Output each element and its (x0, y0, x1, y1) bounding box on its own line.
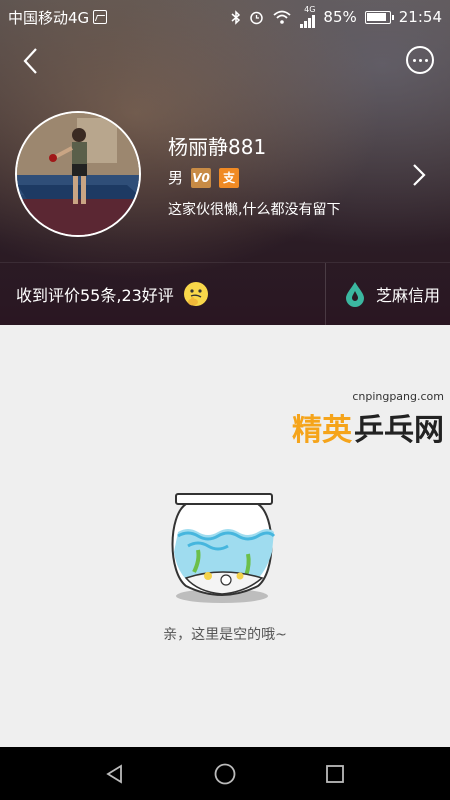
back-button[interactable] (18, 46, 46, 76)
more-options-button[interactable] (406, 46, 434, 74)
sesame-credit-button[interactable]: 芝麻信用 (326, 263, 450, 325)
back-arrow-icon (23, 48, 37, 74)
reviews-summary-button[interactable]: 收到评价55条,23好评 (0, 263, 325, 325)
triangle-back-icon (106, 763, 122, 784)
thinking-face-icon (183, 282, 208, 306)
chevron-right-icon (413, 164, 426, 186)
avatar-photo (17, 113, 139, 235)
info-bar: 收到评价55条,23好评 芝麻信用 (0, 262, 450, 326)
empty-state-message: 亲，这里是空的哦~ (163, 627, 287, 643)
profile-meta: 男 V0 支 (168, 167, 240, 188)
system-nav-bar (0, 747, 450, 800)
square-recents-icon (326, 764, 344, 783)
gender-label: 男 (168, 169, 184, 187)
battery-percent: 85% (323, 8, 357, 26)
status-bar: 中国移动4G 4G 85% 21:54 (0, 0, 450, 34)
profile-name: 杨丽静881 (168, 135, 267, 159)
bluetooth-icon (231, 9, 241, 25)
system-home-button[interactable] (211, 760, 239, 788)
level-badge: V0 (191, 167, 212, 188)
reviews-summary-text: 收到评价55条,23好评 (16, 286, 174, 305)
network-type-label: 4G (304, 5, 316, 14)
wifi-icon (273, 10, 292, 24)
profile-detail-button[interactable] (408, 162, 430, 188)
more-dot-icon (412, 58, 416, 62)
avatar[interactable] (15, 111, 141, 237)
signal-bars-icon (300, 14, 316, 28)
image-notification-icon (93, 10, 108, 24)
fishbowl-icon (171, 493, 276, 603)
watermark-brand-main: 乒乓网 (354, 413, 444, 448)
watermark: cnpingpang.com 精英 乒乓网 (292, 390, 444, 449)
more-dot-icon (418, 58, 422, 62)
alipay-badge: 支 (219, 167, 240, 188)
clock: 21:54 (398, 8, 442, 26)
watermark-url: cnpingpang.com (352, 390, 444, 403)
watermark-logo: 精英 乒乓网 (292, 405, 444, 449)
battery-icon (364, 10, 394, 24)
sesame-credit-label: 芝麻信用 (376, 286, 441, 305)
cellular-signal: 4G (300, 5, 316, 28)
system-recents-button[interactable] (321, 760, 349, 788)
sesame-drop-icon (346, 282, 364, 307)
empty-state: 亲，这里是空的哦~ (0, 325, 450, 747)
watermark-brand-accent: 精英 (292, 413, 352, 448)
carrier-label: 中国移动4G (8, 8, 90, 27)
alarm-icon (250, 11, 264, 24)
system-back-button[interactable] (101, 760, 129, 788)
profile-bio: 这家伙很懒,什么都没有留下 (168, 202, 341, 218)
more-dot-icon (424, 58, 428, 62)
circle-home-icon (214, 763, 236, 784)
